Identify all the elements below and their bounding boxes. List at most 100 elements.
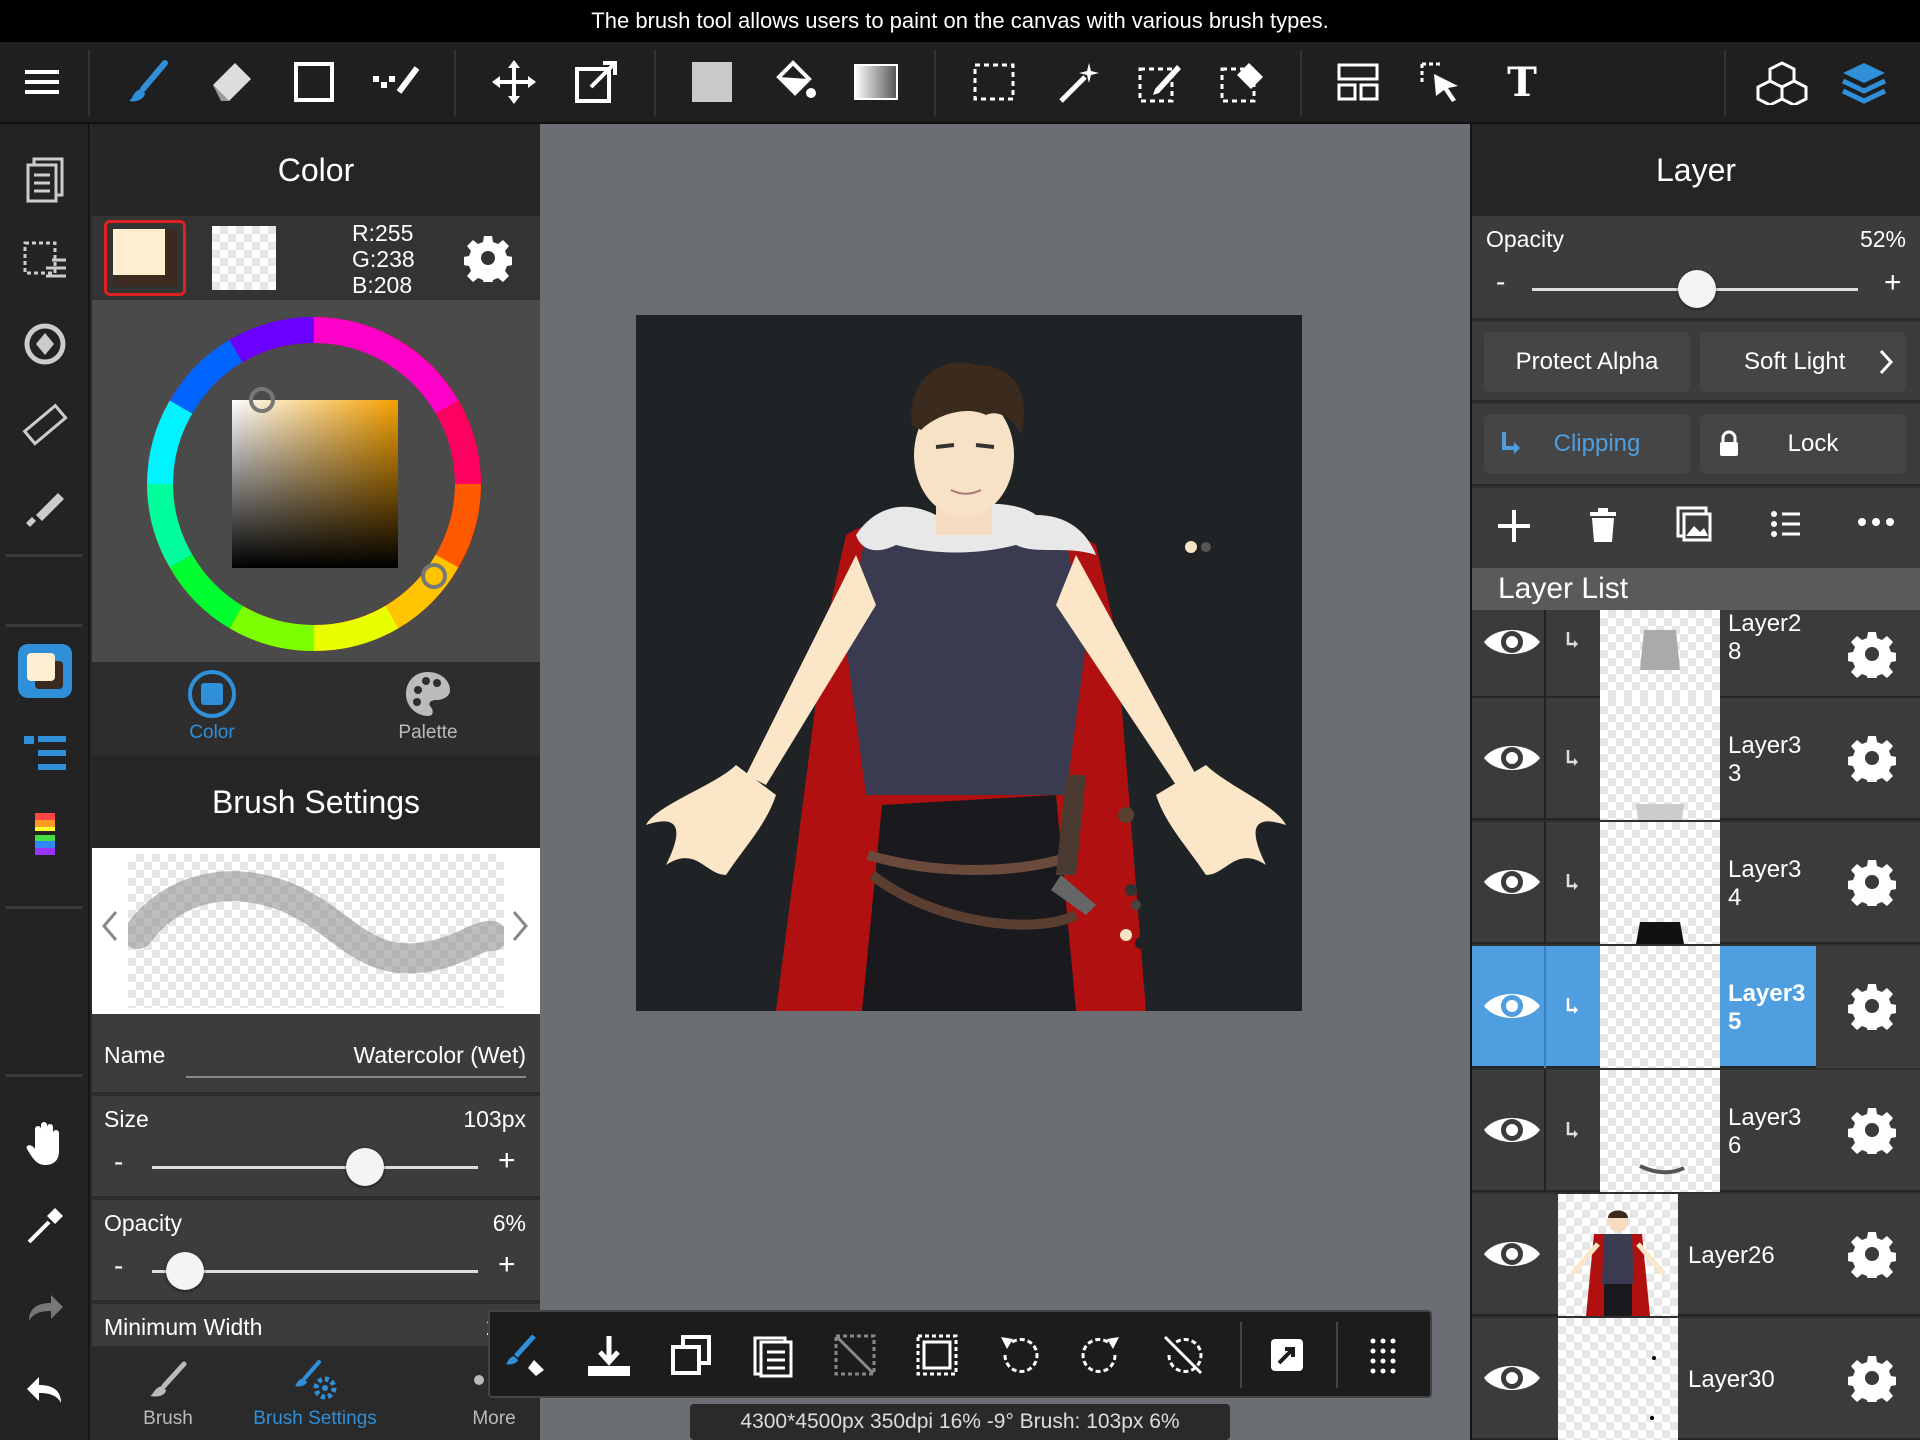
layer-row[interactable]: Layer3 3 [1472,698,1920,820]
visibility-eye-icon[interactable] [1482,622,1542,662]
layer-row[interactable]: Layer2 8 [1472,610,1920,698]
delete-layer-icon[interactable] [1588,506,1618,544]
visibility-eye-icon[interactable] [1482,1234,1542,1274]
menu-icon[interactable] [12,52,72,112]
layout-icon[interactable] [1328,52,1388,112]
layer-list-icon[interactable] [15,724,75,784]
lock-button[interactable]: Lock [1700,414,1906,474]
brush-prev-icon[interactable] [100,908,120,944]
brush-size-minus[interactable]: - [114,1146,123,1178]
hand-icon[interactable] [15,1114,75,1174]
undo-icon[interactable] [15,1360,75,1420]
rotate-right-icon[interactable] [1070,1324,1132,1386]
add-layer-icon[interactable] [1496,508,1532,544]
color-wheel[interactable] [92,300,540,662]
paste-icon[interactable] [742,1324,804,1386]
layer-row[interactable]: Layer30 [1472,1318,1920,1440]
gradient-icon[interactable] [846,52,906,112]
protect-alpha-button[interactable]: Protect Alpha [1484,332,1690,392]
rectangle-shape-icon[interactable] [284,52,344,112]
eyedropper-icon[interactable] [15,1196,75,1256]
clipping-button[interactable]: Clipping [1484,414,1690,474]
brush-opacity-minus[interactable]: - [114,1250,123,1282]
redo-icon[interactable] [15,1278,75,1338]
brush-size-label: Size [104,1106,149,1132]
brush-size-knob[interactable] [346,1148,384,1186]
layer-row[interactable]: Layer3 4 [1472,822,1920,944]
layer-opacity-knob[interactable] [1678,270,1716,308]
brush-size-plus[interactable]: + [498,1144,516,1178]
deselect-icon[interactable] [824,1324,886,1386]
layer-more-icon[interactable] [1856,514,1896,530]
secondary-color-swatch[interactable] [212,226,276,290]
brush-name-value[interactable]: Watercolor (Wet) [353,1042,526,1069]
visibility-eye-icon[interactable] [1482,862,1542,902]
layer-settings-gear-icon[interactable] [1848,858,1896,906]
clipping-indicator-icon [1564,872,1580,892]
layers-icon[interactable] [1834,52,1894,112]
layer-opacity-plus[interactable]: + [1884,266,1902,300]
color-palette-bar-icon[interactable] [15,804,75,864]
color-wheel-area[interactable] [92,300,540,662]
tab-brush[interactable]: Brush [108,1360,228,1430]
select-pen-icon[interactable] [1130,52,1190,112]
layer-settings-gear-icon[interactable] [1848,630,1896,678]
selection-layer-icon[interactable] [15,232,75,292]
layer-row-selected[interactable]: Layer3 5 [1472,946,1920,1068]
rotate-left-icon[interactable] [988,1324,1050,1386]
ruler-icon[interactable] [15,396,75,456]
layer-settings-gear-icon[interactable] [1848,1106,1896,1154]
primary-color-swatch[interactable] [104,220,186,296]
rect-select-icon[interactable] [964,52,1024,112]
more-grid-icon[interactable] [1352,1324,1414,1386]
copy-icon[interactable] [660,1324,722,1386]
visibility-eye-icon[interactable] [1482,1110,1542,1150]
layer-row[interactable]: Layer3 6 [1472,1070,1920,1192]
layer-settings-gear-icon[interactable] [1848,1354,1896,1402]
artwork-canvas[interactable] [636,315,1302,1011]
text-icon[interactable]: T [1492,52,1552,112]
blend-mode-button[interactable]: Soft Light [1700,332,1906,392]
3d-icon[interactable] [1752,52,1812,112]
layer-list-menu-icon[interactable] [1770,508,1802,540]
brush-opacity-plus[interactable]: + [498,1248,516,1282]
bucket-icon[interactable] [764,52,824,112]
layer-settings-gear-icon[interactable] [1848,982,1896,1030]
layer-name: Layer3 3 [1728,732,1802,787]
brush-eraser-toggle-icon[interactable] [496,1324,558,1386]
layer-settings-gear-icon[interactable] [1848,1230,1896,1278]
add-image-layer-icon[interactable] [1676,506,1712,544]
rotate-view-icon[interactable] [15,314,75,374]
layer-opacity-minus[interactable]: - [1496,266,1505,298]
brush-icon[interactable] [118,52,178,112]
share-icon[interactable] [1256,1324,1318,1386]
layer-settings-gear-icon[interactable] [1848,734,1896,782]
smudge-icon[interactable] [366,52,426,112]
transform-icon[interactable] [566,52,626,112]
pages-icon[interactable] [15,150,75,210]
tab-palette[interactable]: Palette [368,668,488,752]
save-download-icon[interactable] [578,1324,640,1386]
select-layer-icon[interactable] [1410,52,1470,112]
brush-size-slider[interactable] [152,1166,478,1169]
visibility-eye-icon[interactable] [1482,738,1542,778]
magic-wand-icon[interactable] [1048,52,1108,112]
color-swatch-row: R:255 G:238 B:208 [92,216,540,300]
tab-brush-settings[interactable]: Brush Settings [240,1360,390,1430]
tab-color-label: Color [189,722,235,743]
reset-rotation-icon[interactable] [1152,1324,1214,1386]
layer-row[interactable]: Layer26 [1472,1194,1920,1316]
eraser-icon[interactable] [200,52,260,112]
brush-opacity-knob[interactable] [166,1252,204,1290]
select-all-icon[interactable] [906,1324,968,1386]
fill-color-icon[interactable] [682,52,742,112]
visibility-eye-icon[interactable] [1482,1358,1542,1398]
current-color-icon[interactable] [18,644,72,698]
select-eraser-icon[interactable] [1212,52,1272,112]
visibility-eye-icon[interactable] [1482,986,1542,1026]
filter-brush-icon[interactable] [15,478,75,538]
brush-next-icon[interactable] [510,908,530,944]
move-icon[interactable] [484,52,544,112]
color-settings-gear-icon[interactable] [464,234,512,282]
tab-color[interactable]: Color [152,668,272,752]
